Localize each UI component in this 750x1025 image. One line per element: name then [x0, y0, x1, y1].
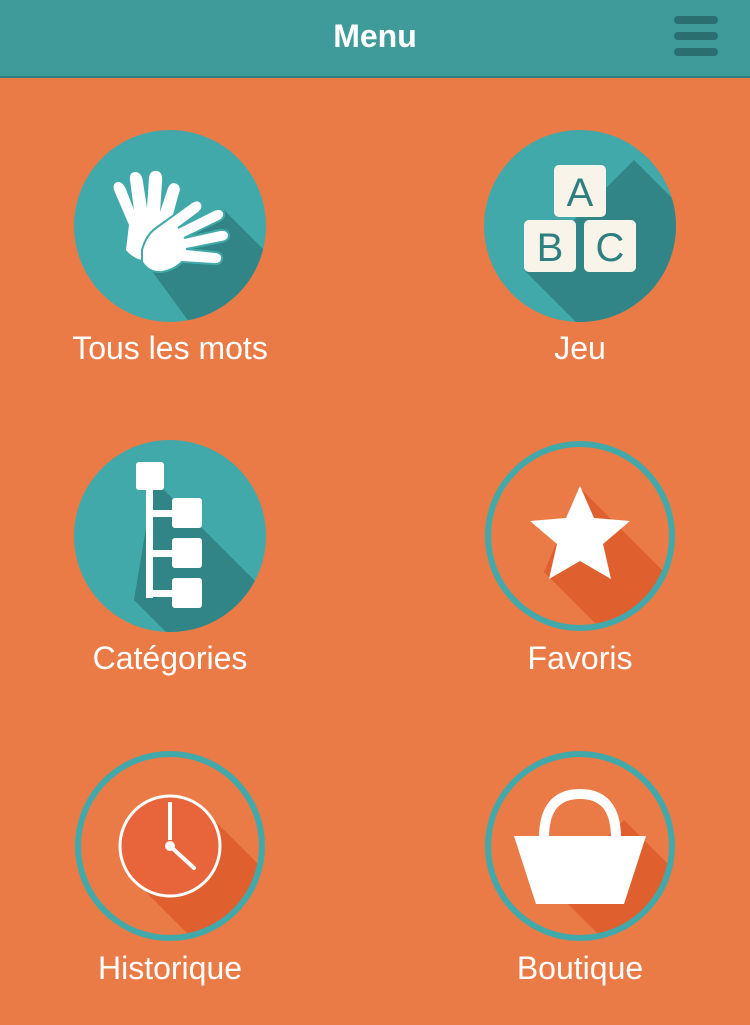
- menu-item-label: Tous les mots: [72, 330, 268, 366]
- abc-blocks-icon: A B C: [484, 130, 676, 322]
- menu-item-tous-les-mots[interactable]: Tous les mots: [20, 130, 320, 390]
- menu-item-favoris[interactable]: Favoris: [430, 440, 730, 700]
- hamburger-icon: [674, 16, 718, 56]
- menu-item-label: Favoris: [527, 640, 633, 676]
- menu-item-jeu[interactable]: A B C Jeu: [430, 130, 730, 390]
- block-letter-b: B: [537, 226, 564, 270]
- clock-icon: [75, 751, 265, 941]
- block-letter-c: C: [596, 226, 625, 270]
- star-icon: [485, 441, 675, 631]
- menu-item-label: Boutique: [516, 950, 644, 986]
- hamburger-menu-button[interactable]: [668, 12, 724, 60]
- sign-language-hands-icon: [74, 130, 266, 322]
- menu-item-categories[interactable]: Catégories: [20, 440, 320, 700]
- block-letter-a: A: [567, 171, 594, 215]
- menu-item-label: Historique: [97, 950, 243, 986]
- tree-hierarchy-icon: [74, 440, 266, 632]
- menu-item-label: Catégories: [92, 640, 248, 676]
- menu-item-historique[interactable]: Historique: [20, 750, 320, 1010]
- top-bar: Menu: [0, 0, 750, 78]
- menu-item-boutique[interactable]: Boutique: [430, 750, 730, 1010]
- shopping-basket-icon: [485, 751, 675, 941]
- menu-item-label: Jeu: [554, 330, 606, 366]
- page-title: Menu: [333, 18, 417, 54]
